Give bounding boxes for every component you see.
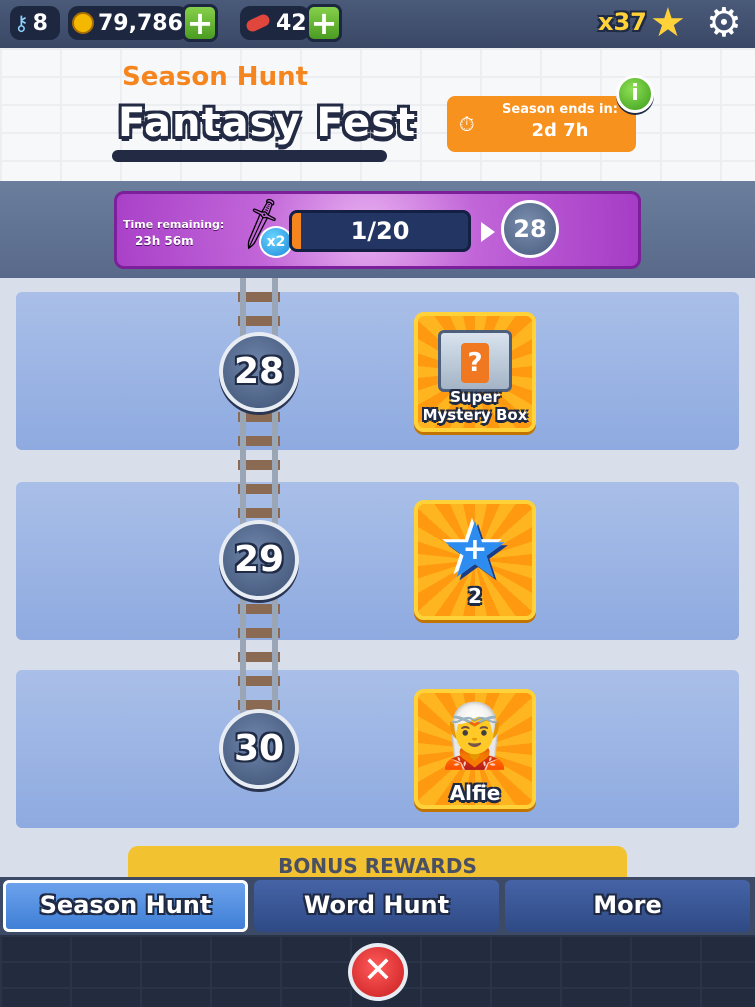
- reward-row: [16, 482, 739, 640]
- info-button[interactable]: i: [616, 75, 654, 113]
- season-hunt-subtitle: Season Hunt: [122, 62, 309, 92]
- boards-count: 42: [276, 10, 307, 36]
- reward-label: 2: [468, 584, 482, 608]
- reward-row: [16, 292, 739, 450]
- next-level-badge: 28: [501, 200, 559, 258]
- stopwatch-icon: ⏱: [459, 112, 475, 136]
- level-node: 28: [219, 332, 299, 412]
- plus-icon: +: [462, 532, 488, 567]
- mystery-box-icon: ?: [438, 330, 512, 392]
- top-bar: ⚷ 8 79,786 + 42 + x37 ★ ⚙: [0, 0, 755, 48]
- tab-word-hunt[interactable]: Word Hunt: [254, 880, 499, 932]
- multiplier-badge: x2: [259, 226, 293, 258]
- progress-panel: Time remaining: 23h 56m 🗡 x2 1/20 28: [114, 191, 641, 269]
- tab-bar: Season Hunt Word Hunt More: [0, 877, 755, 935]
- add-coins-button[interactable]: +: [182, 4, 218, 42]
- season-title: Fantasy Fest: [118, 100, 417, 146]
- time-remaining-value: 23h 56m: [135, 234, 194, 248]
- season-ends-label: Season ends in:: [502, 102, 618, 117]
- season-ends-box: ⏱ Season ends in: 2d 7h: [447, 96, 636, 152]
- progress-text: 1/20: [350, 217, 410, 245]
- progress-bar: 1/20: [289, 210, 471, 252]
- boards-counter: 42: [240, 6, 310, 40]
- title-drip-decoration: [112, 150, 387, 162]
- coins-counter: 79,786: [68, 6, 188, 40]
- rewards-list[interactable]: [0, 278, 755, 878]
- reward-card-super-mystery-box[interactable]: ? Super Mystery Box: [414, 312, 536, 432]
- close-button[interactable]: ✕: [348, 943, 408, 1001]
- gear-icon[interactable]: ⚙: [706, 0, 742, 46]
- tab-season-hunt[interactable]: Season Hunt: [3, 880, 248, 932]
- add-boards-button[interactable]: +: [306, 4, 342, 42]
- character-icon: 🧝: [436, 699, 514, 772]
- keys-count: 8: [32, 10, 48, 36]
- keys-counter: ⚷ 8: [10, 6, 60, 40]
- star-icon[interactable]: ★: [650, 0, 686, 46]
- level-node: 29: [219, 520, 299, 600]
- reward-label: Super Mystery Box: [422, 388, 528, 424]
- hoverboard-icon: [244, 12, 272, 34]
- key-icon: ⚷: [14, 11, 29, 35]
- season-ends-value: 2d 7h: [531, 120, 589, 141]
- stars-count: x37: [598, 8, 647, 36]
- tab-more[interactable]: More: [505, 880, 750, 932]
- reward-card-character[interactable]: 🧝 Alfie: [414, 689, 536, 809]
- reward-label: Alfie: [449, 781, 501, 805]
- coins-count: 79,786: [98, 10, 183, 36]
- reward-row: [16, 670, 739, 828]
- time-remaining-label: Time remaining:: [123, 218, 225, 231]
- arrow-right-icon: [481, 222, 495, 242]
- level-node: 30: [219, 709, 299, 789]
- coin-icon: [72, 12, 94, 34]
- reward-card-star-booster[interactable]: ★ + 2: [414, 500, 536, 620]
